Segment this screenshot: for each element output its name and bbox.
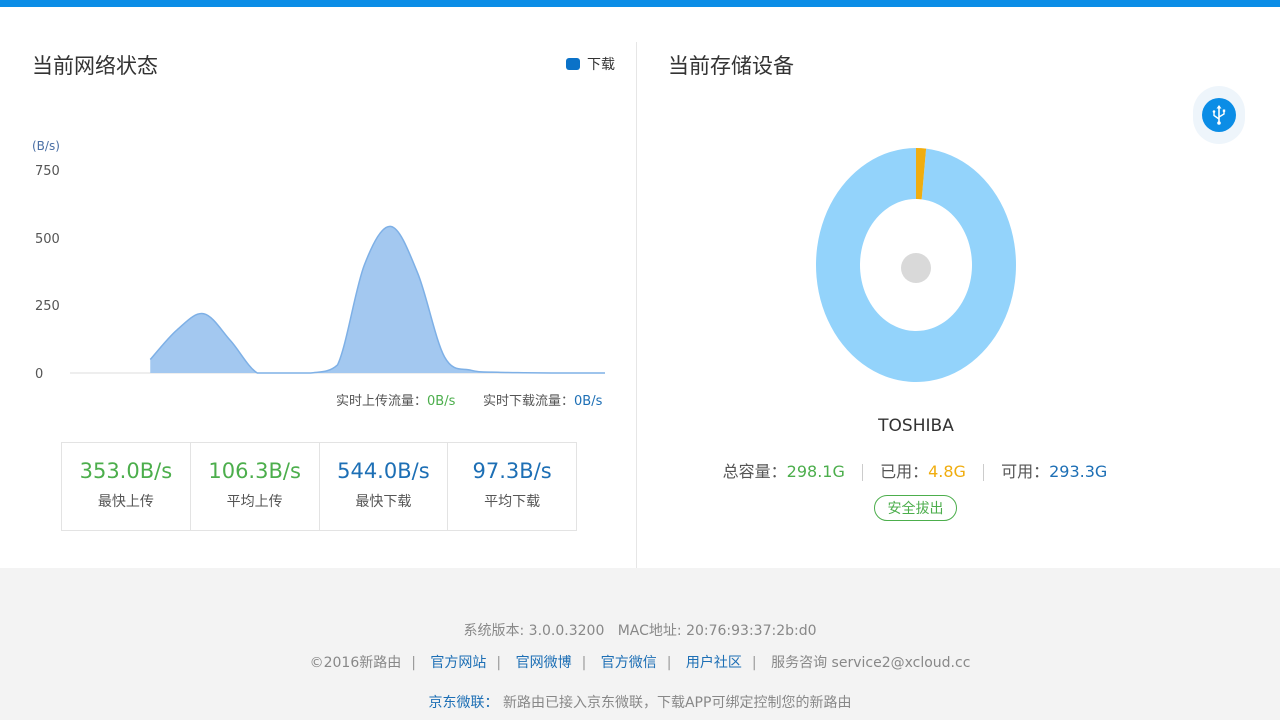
link-user-community[interactable]: 用户社区 xyxy=(686,655,742,671)
free-capacity-value: 293.3G xyxy=(1049,462,1108,481)
service-contact: 服务咨询 service2@xcloud.cc xyxy=(771,655,971,671)
mac-value: 20:76:93:37:2b:d0 xyxy=(686,623,817,639)
footer-jd-line: 京东微联： 新路由已接入京东微联，下载APP可绑定控制您的新路由 xyxy=(0,692,1280,712)
safe-eject-button[interactable]: 安全拔出 xyxy=(874,495,957,521)
version-label: 系统版本: xyxy=(463,623,525,639)
capacity-separator xyxy=(983,464,985,481)
free-capacity-label: 可用： xyxy=(1001,462,1050,481)
version-value: 3.0.0.3200 xyxy=(528,623,605,639)
donut-center-dot xyxy=(901,253,931,283)
capacity-separator xyxy=(861,464,863,481)
link-official-site[interactable]: 官方网站 xyxy=(430,655,486,671)
storage-donut-chart xyxy=(815,148,1017,382)
copyright: ©2016新路由 xyxy=(309,655,402,671)
jd-text: 新路由已接入京东微联，下载APP可绑定控制您的新路由 xyxy=(502,695,852,711)
mac-label: MAC地址: xyxy=(617,623,682,639)
used-capacity-label: 已用： xyxy=(880,462,929,481)
link-official-wechat[interactable]: 官方微信 xyxy=(601,655,657,671)
total-capacity-value: 298.1G xyxy=(786,462,845,481)
jd-link[interactable]: 京东微联： xyxy=(429,695,499,711)
device-name: TOSHIBA xyxy=(878,416,954,436)
footer-links-line: ©2016新路由 | 官方网站 | 官网微博 | 官方微信 | 用户社区 | 服务咨询 s… xyxy=(309,655,971,671)
footer-version-line: 系统版本: 3.0.0.3200 MAC地址: 20:76:93:37:2b:d… xyxy=(0,620,1280,640)
used-capacity-value: 4.8G xyxy=(928,462,966,481)
total-capacity-label: 总容量： xyxy=(722,462,787,481)
capacity-row: 总容量：298.1G 已用：4.8G 可用：293.3G xyxy=(700,458,1130,482)
link-official-weibo[interactable]: 官网微博 xyxy=(516,655,572,671)
